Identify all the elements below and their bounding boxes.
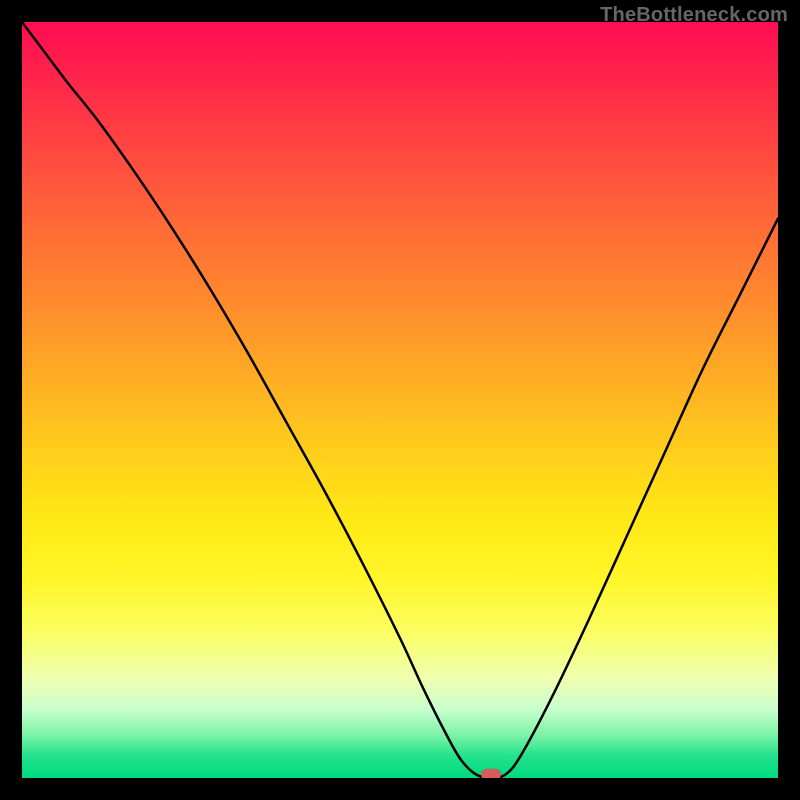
watermark-text: TheBottleneck.com xyxy=(600,4,788,27)
curve-svg xyxy=(22,22,778,778)
optimal-marker xyxy=(481,769,501,778)
chart-frame: TheBottleneck.com xyxy=(0,0,800,800)
plot-area xyxy=(22,22,778,778)
bottleneck-curve xyxy=(22,22,778,778)
